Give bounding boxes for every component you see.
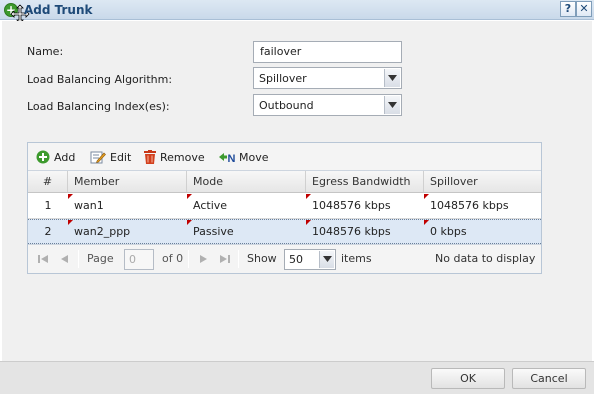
move-icon: N (219, 153, 236, 164)
page-size-select[interactable]: 50 (284, 249, 336, 270)
pager-separator (78, 250, 79, 268)
ok-button[interactable]: OK (431, 368, 505, 389)
dialog-title: Add Trunk (24, 3, 93, 17)
modified-marker (424, 194, 429, 199)
edit-label: Edit (110, 150, 132, 164)
chevron-down-icon[interactable] (384, 69, 400, 87)
table-row[interactable]: 2 wan2_ppp Passive 1048576 kbps 0 kbps (28, 219, 541, 244)
move-label: Move (239, 150, 269, 164)
algorithm-label: Load Balancing Algorithm: (27, 73, 173, 86)
edit-icon (90, 151, 106, 164)
name-input[interactable]: failover (253, 41, 402, 63)
edit-button[interactable]: Edit (90, 149, 131, 165)
modified-marker (68, 194, 73, 199)
previous-page-icon[interactable] (58, 252, 72, 266)
modified-marker (187, 220, 192, 225)
modified-marker (424, 220, 429, 225)
modified-marker (187, 194, 192, 199)
row-spillover[interactable]: 0 kbps (424, 220, 541, 244)
row-mode[interactable]: Passive (187, 220, 306, 244)
chevron-down-icon[interactable] (319, 251, 334, 268)
table-row[interactable]: 1 wan1 Active 1048576 kbps 1048576 kbps (28, 194, 541, 219)
row-number: 1 (44, 199, 52, 212)
show-label: Show (247, 252, 277, 265)
column-header-number[interactable]: # (28, 171, 68, 192)
next-page-icon[interactable] (196, 252, 210, 266)
row-member[interactable]: wan1 (68, 194, 187, 218)
name-label: Name: (27, 45, 64, 58)
items-label: items (341, 252, 372, 265)
cancel-button[interactable]: Cancel (512, 368, 586, 389)
grid-toolbar: Add Edit Remove N Move (28, 143, 541, 171)
index-selected-value: Outbound (259, 99, 314, 112)
close-button[interactable]: ✕ (576, 1, 592, 17)
first-page-icon[interactable] (36, 252, 50, 266)
pager-separator (238, 250, 239, 268)
page-size-value: 50 (289, 253, 303, 266)
algorithm-select[interactable]: Spillover (253, 67, 402, 89)
member-grid: Add Edit Remove N Move # Member Mode Egr… (27, 142, 542, 274)
column-header-egress-bandwidth[interactable]: Egress Bandwidth (306, 171, 424, 192)
svg-text:N: N (228, 153, 236, 164)
page-label: Page (87, 252, 114, 265)
last-page-icon[interactable] (218, 252, 232, 266)
column-header-member[interactable]: Member (68, 171, 187, 192)
index-select[interactable]: Outbound (253, 94, 402, 116)
index-label: Load Balancing Index(es): (27, 100, 170, 113)
row-number: 2 (44, 225, 52, 238)
pager-status: No data to display (435, 252, 536, 265)
remove-label: Remove (160, 150, 205, 164)
page-count-label: of 0 (162, 252, 184, 265)
help-button[interactable]: ? (560, 1, 576, 17)
add-label: Add (54, 150, 76, 164)
modified-marker (68, 220, 73, 225)
dialog-titlebar[interactable]: + Add Trunk ? ✕ (0, 0, 594, 24)
dialog-footer: OK Cancel (0, 361, 594, 394)
row-spillover[interactable]: 1048576 kbps (424, 194, 541, 218)
pagination-bar: Page 0 of 0 Show 50 items No data to dis… (28, 244, 541, 273)
trash-icon (144, 150, 156, 164)
add-icon (36, 150, 50, 164)
row-mode[interactable]: Active (187, 194, 306, 218)
row-egress-bandwidth[interactable]: 1048576 kbps (306, 194, 424, 218)
column-header-mode[interactable]: Mode (187, 171, 306, 192)
row-member[interactable]: wan2_ppp (68, 220, 187, 244)
grid-header: # Member Mode Egress Bandwidth Spillover (28, 171, 541, 193)
row-egress-bandwidth[interactable]: 1048576 kbps (306, 220, 424, 244)
chevron-down-icon[interactable] (384, 96, 400, 114)
page-number-input[interactable]: 0 (124, 249, 154, 270)
algorithm-selected-value: Spillover (259, 72, 307, 85)
remove-button[interactable]: Remove (144, 149, 205, 165)
modified-marker (306, 220, 311, 225)
modified-marker (306, 194, 311, 199)
pager-separator (188, 250, 189, 268)
add-button[interactable]: Add (36, 149, 75, 165)
column-header-spillover[interactable]: Spillover (424, 171, 541, 192)
move-button[interactable]: N Move (219, 149, 269, 165)
